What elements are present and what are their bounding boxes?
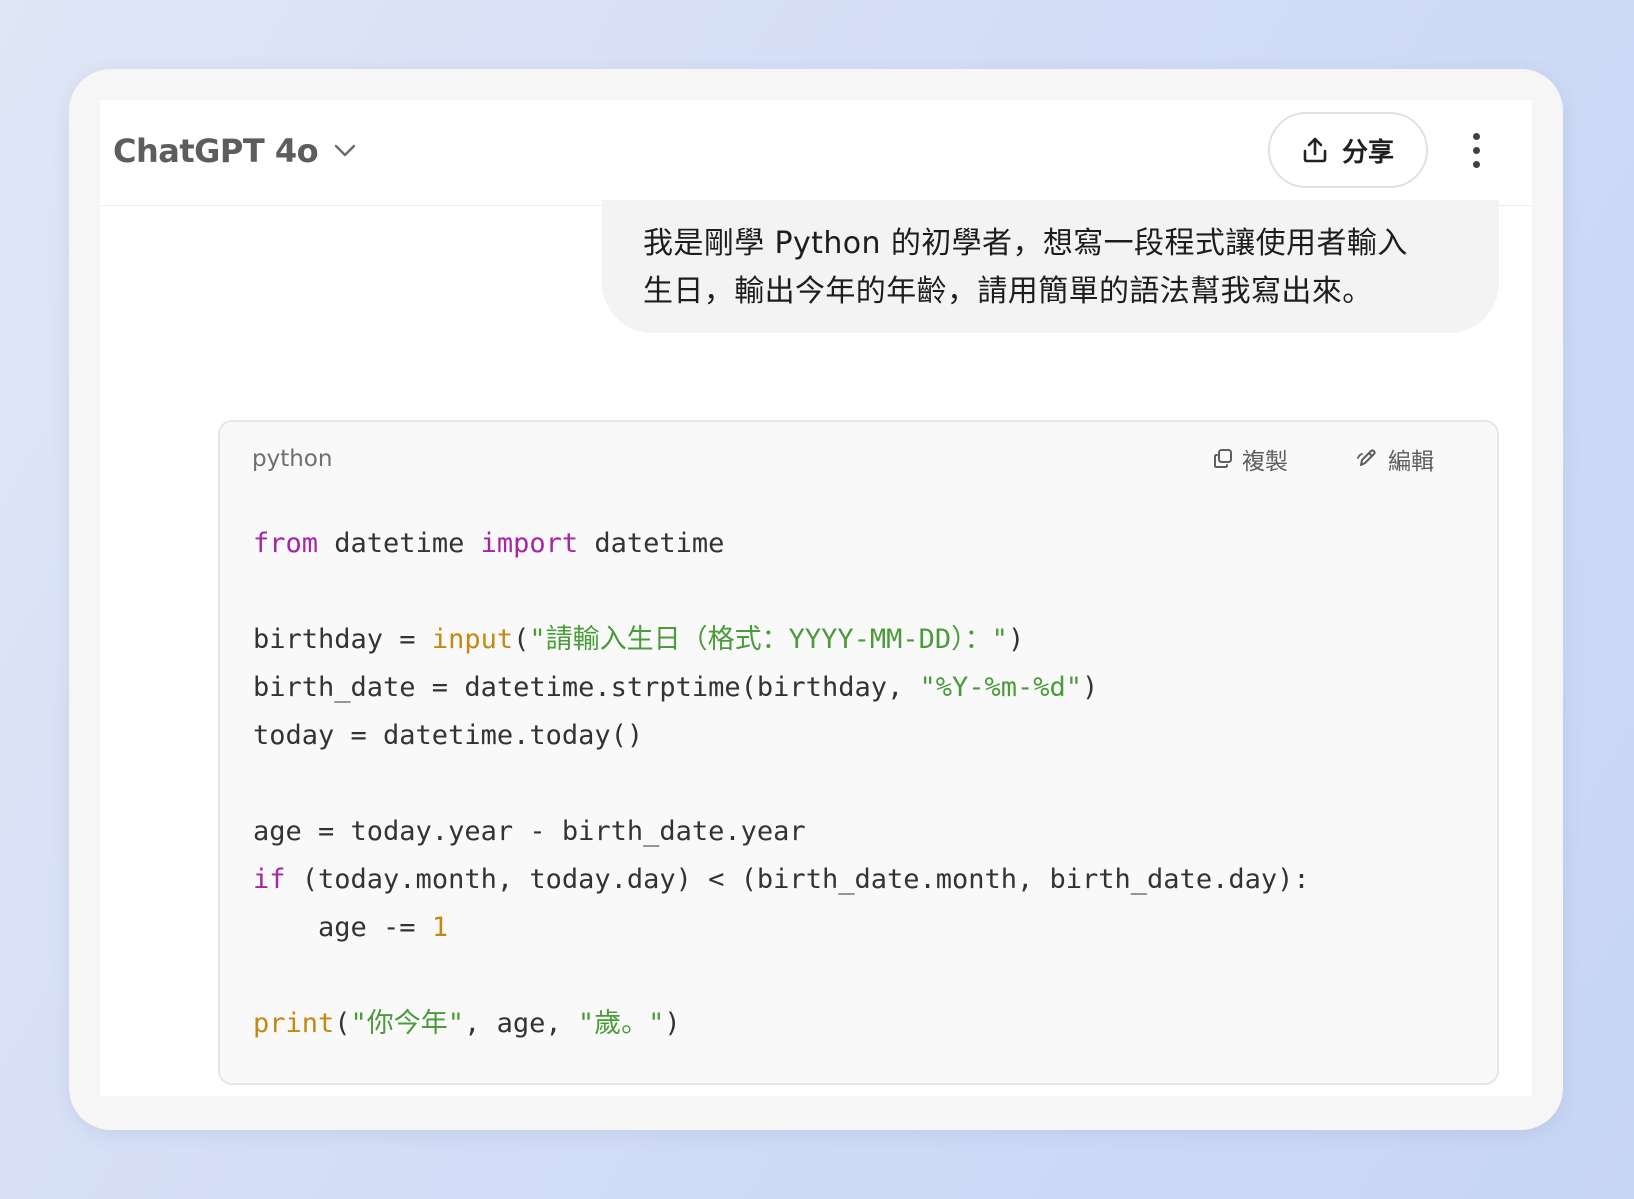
code-line: age -= 1 — [253, 904, 1310, 952]
code-token: "歲。" — [577, 1008, 665, 1039]
more-dot-icon — [1472, 160, 1480, 168]
user-message-line: 生日，輸出今年的年齡，請用簡單的語法幫我寫出來。 — [643, 274, 1373, 309]
code-token: "你今年" — [350, 1008, 465, 1039]
code-line: birth_date = datetime.strptime(birthday,… — [253, 664, 1310, 712]
code-token: import — [480, 528, 579, 559]
code-token: ( — [334, 1008, 351, 1039]
code-line: age = today.year - birth_date.year — [253, 808, 1310, 856]
upload-icon — [1303, 137, 1327, 163]
edit-button[interactable]: 編輯 — [1356, 442, 1434, 476]
top-bar: ChatGPT 4o 分享 — [100, 100, 1532, 206]
more-options-button[interactable] — [1463, 122, 1489, 178]
code-token: today = datetime.today() — [253, 720, 644, 751]
code-token: 1 — [431, 912, 449, 943]
code-block: python 複製 編輯 from datetime import dateti… — [218, 420, 1499, 1085]
more-dot-icon — [1472, 146, 1480, 154]
more-dot-icon — [1472, 132, 1480, 140]
user-message-bubble: 我是剛學 Python 的初學者，想寫一段程式讓使用者輸入 生日，輸出今年的年齡… — [602, 200, 1499, 333]
code-token: (today.month, today.day) < (birth_date.m… — [285, 864, 1310, 895]
code-token: "%Y-%m-%d" — [919, 672, 1083, 703]
share-button[interactable]: 分享 — [1268, 112, 1428, 188]
model-selector[interactable]: ChatGPT 4o — [113, 126, 356, 176]
code-line: print("你今年", age, "歲。") — [253, 1000, 1310, 1048]
pencil-icon — [1357, 449, 1376, 466]
share-label: 分享 — [1341, 137, 1394, 168]
code-token: datetime — [578, 528, 725, 559]
code-token: datetime — [318, 528, 481, 559]
code-token: ) — [1007, 624, 1025, 655]
code-token: , age, — [464, 1008, 578, 1039]
code-line: if (today.month, today.day) < (birth_dat… — [253, 856, 1310, 904]
chevron-down-icon — [334, 144, 356, 157]
code-token: if — [253, 864, 286, 895]
code-token: "請輸入生日（格式：YYYY-MM-DD）：" — [529, 624, 1008, 655]
code-token: age -= — [253, 912, 432, 943]
code-token: input — [431, 624, 514, 655]
code-line: from datetime import datetime — [253, 520, 1310, 568]
model-name: ChatGPT 4o — [113, 132, 319, 170]
code-token: age = today.year - birth_date.year — [253, 816, 806, 847]
user-message-line: 我是剛學 Python 的初學者，想寫一段程式讓使用者輸入 — [643, 226, 1408, 261]
code-token: birthday = — [253, 624, 432, 655]
code-line: birthday = input("請輸入生日（格式：YYYY-MM-DD）："… — [253, 616, 1310, 664]
copy-label: 複製 — [1242, 449, 1288, 475]
copy-button[interactable]: 複製 — [1212, 442, 1288, 476]
code-token: ( — [513, 624, 530, 655]
code-token: ) — [1082, 672, 1099, 703]
copy-icon — [1214, 449, 1232, 468]
code-token: ) — [664, 1008, 681, 1039]
code-language-label: python — [252, 446, 333, 472]
code-content: from datetime import datetime birthday = … — [253, 520, 1310, 1048]
chat-window: ChatGPT 4o 分享 我是剛學 Python 的初學者，想寫一段程式讓使用… — [100, 100, 1532, 1096]
edit-label: 編輯 — [1388, 449, 1434, 475]
code-line: today = datetime.today() — [253, 712, 1310, 760]
code-token: from — [253, 528, 319, 559]
code-token: birth_date = datetime.strptime(birthday, — [253, 672, 920, 703]
code-token: print — [253, 1008, 335, 1039]
